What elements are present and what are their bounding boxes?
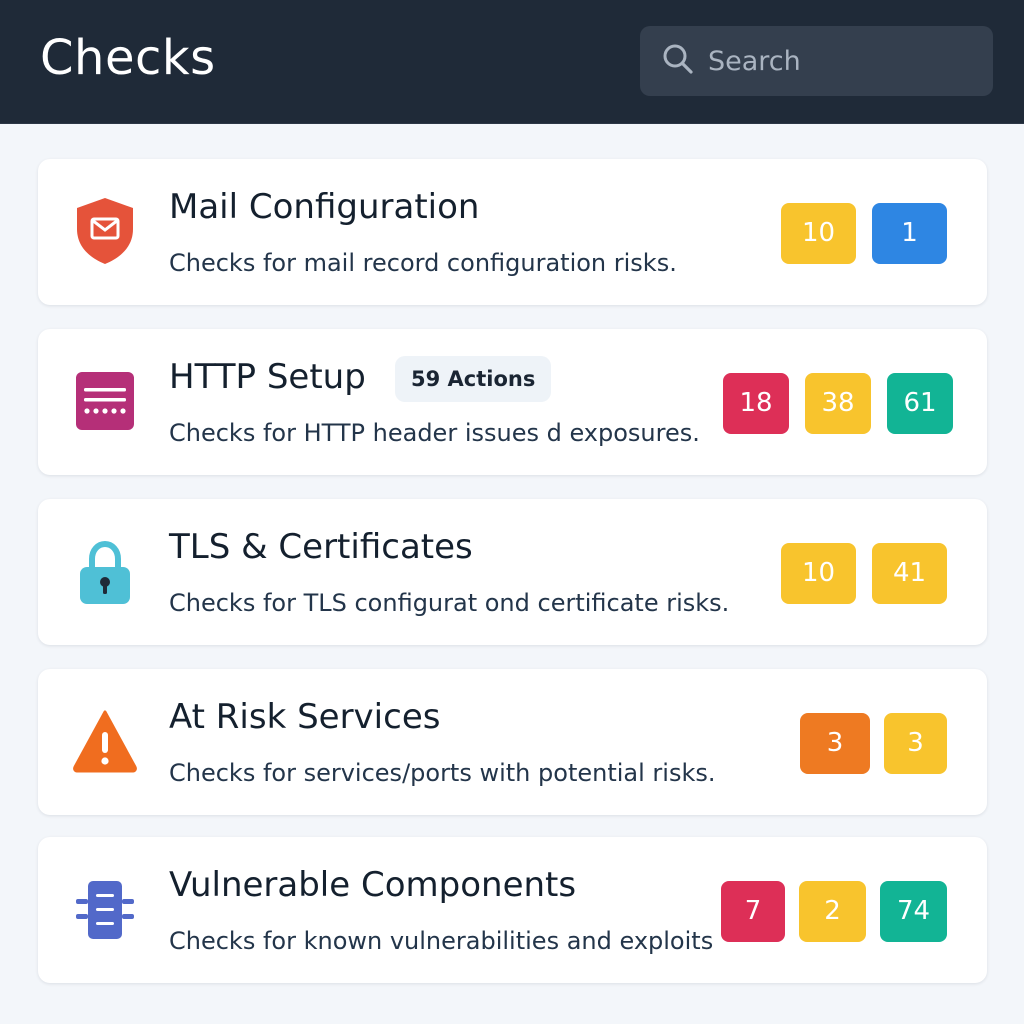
check-description: Checks for TLS configurat ond certificat… xyxy=(169,589,730,617)
check-description: Checks for services/ports with potential… xyxy=(169,759,716,787)
count-badge[interactable]: 38 xyxy=(805,372,871,434)
lock-icon xyxy=(72,535,138,607)
check-title: HTTP Setup xyxy=(169,357,366,397)
count-badge[interactable]: 10 xyxy=(781,202,856,264)
search-placeholder: Search xyxy=(708,45,801,77)
check-description: Checks for HTTP header issues d exposure… xyxy=(169,419,700,447)
count-badge[interactable]: 3 xyxy=(800,712,870,774)
count-badge[interactable]: 41 xyxy=(872,542,947,604)
page-title: Checks xyxy=(40,30,216,86)
count-badge[interactable]: 10 xyxy=(781,542,856,604)
badge-group: 3 3 xyxy=(800,712,947,774)
check-title: Mail Configuration xyxy=(169,187,480,227)
count-badge[interactable]: 7 xyxy=(721,880,785,942)
http-window-icon xyxy=(72,365,138,437)
warning-icon xyxy=(72,705,138,777)
check-description: Checks for known vulnerabilities and exp… xyxy=(169,927,714,955)
search-input[interactable]: Search xyxy=(640,26,993,96)
check-card-mail-configuration[interactable]: Mail Configuration Checks for mail recor… xyxy=(38,159,987,305)
check-card-vulnerable-components[interactable]: Vulnerable Components Checks for known v… xyxy=(38,837,987,983)
count-badge[interactable]: 18 xyxy=(723,372,789,434)
count-badge[interactable]: 3 xyxy=(884,712,947,774)
check-description: Checks for mail record configuration ris… xyxy=(169,249,677,277)
check-card-at-risk-services[interactable]: At Risk Services Checks for services/por… xyxy=(38,669,987,815)
badge-group: 7 2 74 xyxy=(721,880,947,942)
check-title: At Risk Services xyxy=(169,697,441,737)
count-badge[interactable]: 1 xyxy=(872,202,947,264)
check-card-tls-certificates[interactable]: TLS & Certificates Checks for TLS config… xyxy=(38,499,987,645)
count-badge[interactable]: 74 xyxy=(880,880,947,942)
check-title: TLS & Certificates xyxy=(169,527,473,567)
badge-group: 10 41 xyxy=(781,542,947,604)
actions-pill[interactable]: 59 Actions xyxy=(395,356,552,402)
search-icon xyxy=(660,41,696,81)
badge-group: 10 1 xyxy=(781,202,947,264)
check-title: Vulnerable Components xyxy=(169,865,577,905)
mail-shield-icon xyxy=(72,195,138,267)
count-badge[interactable]: 2 xyxy=(799,880,866,942)
badge-group: 18 38 61 xyxy=(723,372,953,434)
count-badge[interactable]: 61 xyxy=(887,372,953,434)
top-bar: Checks Search xyxy=(0,0,1024,124)
component-chip-icon xyxy=(72,873,138,945)
check-card-http-setup[interactable]: HTTP Setup 59 Actions Checks for HTTP he… xyxy=(38,329,987,475)
